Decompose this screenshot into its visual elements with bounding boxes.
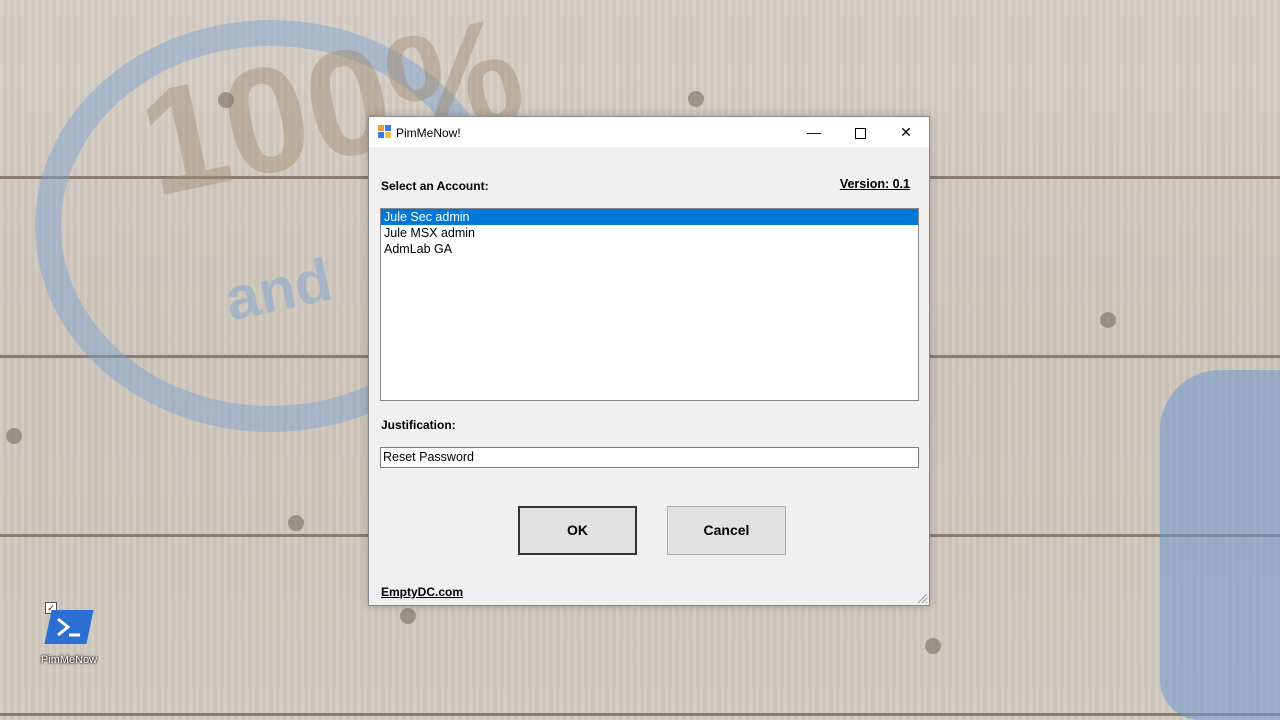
wood-knot — [1100, 312, 1116, 328]
desktop-shortcut-label: PimMeNow — [40, 654, 98, 666]
window-title: PimMeNow! — [396, 126, 461, 140]
title-bar[interactable]: PimMeNow! — ✕ — [369, 117, 929, 147]
wood-knot — [688, 91, 704, 107]
wood-knot — [288, 515, 304, 531]
cancel-button[interactable]: Cancel — [667, 506, 786, 555]
powershell-icon — [44, 610, 94, 644]
wood-knot — [218, 92, 234, 108]
background-paint-splash — [1160, 370, 1280, 720]
maximize-button[interactable] — [837, 117, 883, 147]
list-item[interactable]: Jule MSX admin — [381, 225, 918, 241]
version-label: Version: 0.1 — [839, 177, 910, 191]
maximize-icon — [854, 127, 866, 139]
minimize-button[interactable]: — — [791, 117, 837, 147]
app-icon — [378, 125, 392, 139]
resize-grip-icon[interactable] — [916, 592, 928, 604]
close-button[interactable]: ✕ — [883, 117, 929, 147]
account-listbox[interactable]: Jule Sec admin Jule MSX admin AdmLab GA — [380, 208, 919, 401]
wood-knot — [400, 608, 416, 624]
justification-input[interactable]: Reset Password — [380, 447, 919, 468]
pimmenow-window: PimMeNow! — ✕ Select an Account: Version… — [368, 116, 930, 606]
select-account-label: Select an Account: — [381, 179, 489, 193]
wood-knot — [925, 638, 941, 654]
justification-label: Justification: — [381, 418, 456, 432]
wood-knot — [6, 428, 22, 444]
footer-link[interactable]: EmptyDC.com — [381, 585, 463, 599]
ok-button[interactable]: OK — [518, 506, 637, 555]
list-item[interactable]: AdmLab GA — [381, 241, 918, 257]
list-item[interactable]: Jule Sec admin — [381, 209, 918, 225]
